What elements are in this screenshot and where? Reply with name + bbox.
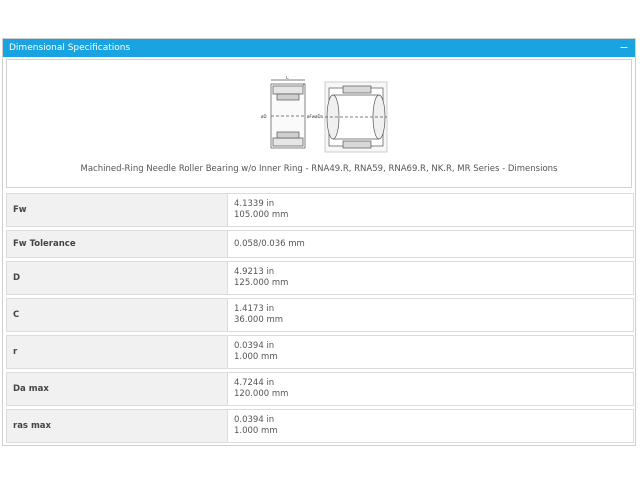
spec-row: Da max 4.7244 in 120.000 mm (6, 372, 634, 406)
spec-value: 4.9213 in 125.000 mm (227, 261, 634, 295)
spec-value-line: 0.0394 in (234, 415, 275, 425)
dimension-figure-box: C r øD øFw øDa Machined-Ring Needle Roll… (6, 59, 632, 188)
spec-row: r 0.0394 in 1.000 mm (6, 335, 634, 369)
spec-value-line: 36.000 mm (234, 315, 284, 325)
spec-label: ras max (6, 409, 227, 443)
spec-label: Fw (6, 193, 227, 227)
spec-value-line: 4.9213 in (234, 267, 275, 277)
bearing-dimension-drawing: C r øD øFw øDa (261, 76, 388, 153)
spec-value-line: 0.058/0.036 mm (234, 238, 305, 249)
spec-value: 1.4173 in 36.000 mm (227, 298, 634, 332)
spec-value-line: 0.0394 in (234, 341, 275, 351)
specifications-table: Fw 4.1339 in 105.000 mm Fw Tolerance 0.058/0… (6, 190, 634, 446)
spec-value-line: 125.000 mm (234, 278, 289, 288)
spec-value: 4.7244 in 120.000 mm (227, 372, 634, 406)
dim-label-d: øD (261, 114, 267, 119)
spec-row: Fw Tolerance 0.058/0.036 mm (6, 230, 634, 258)
spec-value-line: 1.000 mm (234, 352, 278, 362)
spec-row: D 4.9213 in 125.000 mm (6, 261, 634, 295)
spec-label: Da max (6, 372, 227, 406)
spec-value-line: 120.000 mm (234, 389, 289, 399)
spec-row: Fw 4.1339 in 105.000 mm (6, 193, 634, 227)
spec-value: 0.058/0.036 mm (227, 230, 634, 258)
spec-label: r (6, 335, 227, 369)
dim-label-c: C (286, 76, 289, 80)
panel-title: Dimensional Specifications (9, 43, 131, 53)
spec-label: D (6, 261, 227, 295)
spec-value-line: 4.1339 in (234, 199, 275, 209)
collapse-icon[interactable]: − (619, 39, 629, 57)
spec-value: 4.1339 in 105.000 mm (227, 193, 634, 227)
spec-value-line: 1.4173 in (234, 304, 275, 314)
spec-value-line: 105.000 mm (234, 210, 289, 220)
spec-value-line: 1.000 mm (234, 426, 278, 436)
dim-label-da: øDa (315, 114, 324, 119)
spec-value-line: 4.7244 in (234, 378, 275, 388)
dimensional-specifications-panel: Dimensional Specifications − C r øD øFw … (2, 38, 636, 446)
spec-value: 0.0394 in 1.000 mm (227, 409, 634, 443)
spec-label: Fw Tolerance (6, 230, 227, 258)
spec-value: 0.0394 in 1.000 mm (227, 335, 634, 369)
figure-caption: Machined-Ring Needle Roller Bearing w/o … (80, 164, 558, 174)
panel-header[interactable]: Dimensional Specifications − (3, 39, 635, 57)
spec-row: ras max 0.0394 in 1.000 mm (6, 409, 634, 443)
spec-label: C (6, 298, 227, 332)
spec-row: C 1.4173 in 36.000 mm (6, 298, 634, 332)
